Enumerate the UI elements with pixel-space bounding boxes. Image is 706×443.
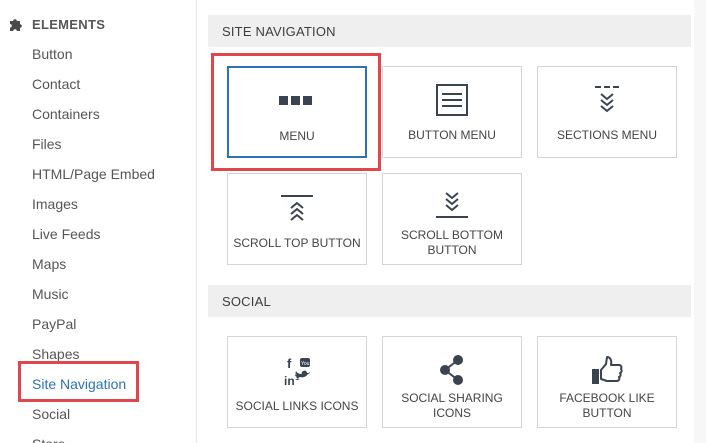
menu-highlight-box — [211, 53, 381, 171]
tile-label: SOCIAL LINKS ICONS — [235, 399, 359, 413]
section-title: SOCIAL — [222, 294, 271, 309]
sidebar-item-paypal[interactable]: PayPal — [32, 314, 76, 334]
elements-sidebar: ELEMENTS Button Contact Containers Files… — [0, 0, 197, 443]
sections-menu-icon — [595, 86, 619, 113]
section-title: SITE NAVIGATION — [222, 24, 336, 39]
sections-menu-tile[interactable]: SECTIONS MENU — [537, 66, 677, 158]
sidebar-item-live-feeds[interactable]: Live Feeds — [32, 224, 100, 244]
scroll-top-icon — [281, 195, 313, 221]
sidebar-item-files[interactable]: Files — [32, 134, 62, 154]
tile-label: SOCIAL SHARING ICONS — [401, 391, 503, 420]
sidebar-item-social[interactable]: Social — [32, 404, 70, 424]
social-links-icons-tile[interactable]: f You in SOCIAL LINKS ICONS — [227, 336, 367, 428]
scroll-bottom-button-tile[interactable]: SCROLL BOTTOM BUTTON — [382, 173, 522, 265]
sidebar-header: ELEMENTS — [8, 14, 105, 34]
scroll-top-button-tile[interactable]: SCROLL TOP BUTTON — [227, 173, 367, 265]
sidebar-item-button[interactable]: Button — [32, 44, 72, 64]
svg-text:You: You — [301, 361, 310, 367]
elements-panel: SITE NAVIGATION MENU BUTTON MENU SECTION… — [197, 0, 706, 443]
social-links-icon: f You in — [284, 356, 310, 388]
site-navigation-highlight-box — [18, 361, 139, 402]
thumbs-up-icon — [592, 356, 623, 384]
svg-text:f: f — [287, 356, 292, 371]
button-menu-tile[interactable]: BUTTON MENU — [382, 66, 522, 158]
sidebar-item-containers[interactable]: Containers — [32, 104, 100, 124]
sidebar-item-contact[interactable]: Contact — [32, 74, 80, 94]
scrollbar-track[interactable] — [694, 0, 706, 443]
sidebar-item-html-embed[interactable]: HTML/Page Embed — [32, 164, 155, 184]
share-icon — [440, 355, 463, 385]
scroll-bottom-icon — [436, 192, 468, 218]
section-header-site-navigation: SITE NAVIGATION — [208, 15, 691, 47]
tile-label: BUTTON MENU — [408, 128, 496, 142]
tile-label: SCROLL TOP BUTTON — [233, 236, 361, 250]
puzzle-icon — [10, 19, 22, 31]
button-menu-icon — [436, 84, 468, 116]
sidebar-item-images[interactable]: Images — [32, 194, 78, 214]
sidebar-title: ELEMENTS — [32, 16, 106, 32]
tile-label: SECTIONS MENU — [556, 128, 657, 142]
sidebar-item-store[interactable]: Store — [32, 434, 65, 443]
section-header-social: SOCIAL — [208, 285, 691, 317]
sidebar-item-music[interactable]: Music — [32, 284, 69, 304]
tile-label: SCROLL BOTTOM BUTTON — [400, 228, 504, 257]
svg-text:in: in — [284, 374, 295, 388]
facebook-like-button-tile[interactable]: FACEBOOK LIKE BUTTON — [537, 336, 677, 428]
tile-label: FACEBOOK LIKE BUTTON — [559, 391, 655, 420]
social-sharing-icons-tile[interactable]: SOCIAL SHARING ICONS — [382, 336, 522, 428]
sidebar-item-maps[interactable]: Maps — [32, 254, 66, 274]
